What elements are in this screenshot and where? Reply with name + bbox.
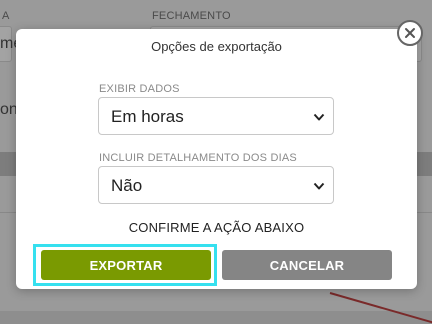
- confirm-action-text: CONFIRME A AÇÃO ABAIXO: [128, 220, 305, 235]
- include-days-detail-select[interactable]: Não: [98, 166, 334, 204]
- modal-title: Opções de exportação: [151, 39, 282, 54]
- include-days-detail-value: Não: [111, 176, 143, 195]
- background-chart-line: [329, 292, 432, 324]
- export-options-modal: Opções de exportação EXIBIR DADOS Em hor…: [16, 29, 417, 289]
- cancel-button[interactable]: CANCELAR: [222, 250, 392, 280]
- include-days-detail-label: INCLUIR DETALHAMENTO DOS DIAS: [99, 152, 297, 164]
- chevron-down-icon: [313, 113, 325, 121]
- close-icon: [405, 28, 415, 38]
- close-button[interactable]: [397, 20, 423, 46]
- export-button[interactable]: EXPORTAR: [41, 250, 211, 280]
- background-field-label-fechamento: FECHAMENTO: [152, 10, 231, 22]
- show-data-value: Em horas: [111, 107, 184, 126]
- background-field-label: A: [2, 10, 10, 22]
- chevron-down-icon: [313, 182, 325, 190]
- show-data-label: EXIBIR DADOS: [99, 83, 180, 95]
- show-data-select[interactable]: Em horas: [98, 97, 334, 135]
